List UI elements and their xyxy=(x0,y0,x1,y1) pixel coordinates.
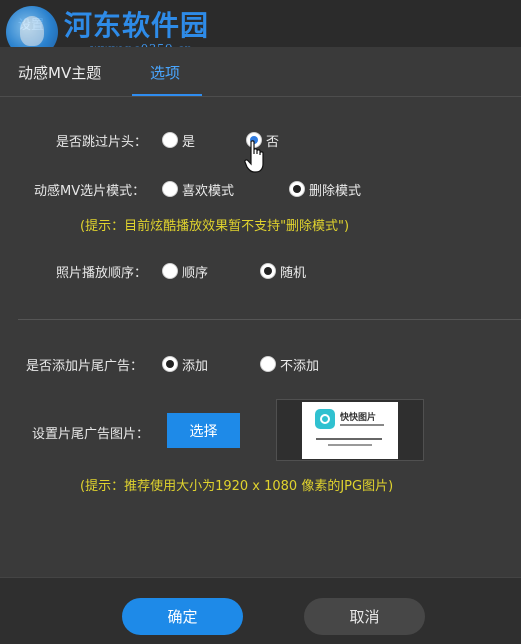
mv-mode-hint: (提示：目前炫酷播放效果暂不支持"删除模式") xyxy=(80,219,350,234)
title-bar: 设置 河东软件园 www.pc0359.cn xyxy=(0,0,521,58)
mv-mode-like-label[interactable]: 喜欢模式 xyxy=(182,180,234,199)
cancel-button[interactable]: 取消 xyxy=(304,598,425,635)
play-order-label: 照片播放顺序： xyxy=(56,266,148,281)
section-divider xyxy=(18,319,521,320)
preview-logo-icon xyxy=(315,409,335,429)
ok-button[interactable]: 确定 xyxy=(122,598,243,635)
active-tab-indicator xyxy=(132,94,202,96)
mv-mode-delete-label[interactable]: 删除模式 xyxy=(309,180,361,199)
add-ending-ad-no-radio[interactable] xyxy=(260,356,276,372)
ad-image-preview: 快快图片 xyxy=(276,399,424,461)
tab-mv-theme[interactable]: 动感MV主题 xyxy=(18,62,101,83)
choose-image-button[interactable]: 选择 xyxy=(167,413,240,448)
dialog-footer: 确定 取消 xyxy=(0,577,521,644)
play-order-random-label[interactable]: 随机 xyxy=(280,262,306,281)
preview-text-line xyxy=(328,444,372,446)
add-ending-ad-no-label[interactable]: 不添加 xyxy=(280,355,319,374)
play-order-random-radio[interactable] xyxy=(260,263,276,279)
watermark-name: 河东软件园 xyxy=(64,9,210,42)
add-ending-ad-label: 是否添加片尾广告： xyxy=(26,359,144,374)
mv-mode-label: 动感MV选片模式： xyxy=(34,184,146,199)
mv-mode-like-radio[interactable] xyxy=(162,181,178,197)
ending-ad-image-label: 设置片尾广告图片： xyxy=(32,427,150,442)
ad-image-thumbnail: 快快图片 xyxy=(302,402,398,459)
add-ending-ad-yes-label[interactable]: 添加 xyxy=(182,355,208,374)
skip-intro-yes-label[interactable]: 是 xyxy=(182,131,195,150)
tab-bar: 动感MV主题 选项 xyxy=(0,47,521,97)
pointer-cursor-icon xyxy=(244,140,264,173)
skip-intro-no-label[interactable]: 否 xyxy=(266,131,279,150)
preview-text-line xyxy=(316,438,382,440)
skip-intro-label: 是否跳过片头： xyxy=(56,135,148,150)
mv-mode-delete-radio[interactable] xyxy=(289,181,305,197)
ending-ad-hint: (提示：推荐使用大小为1920 x 1080 像素的JPG图片) xyxy=(80,479,394,494)
tab-options[interactable]: 选项 xyxy=(150,62,180,83)
preview-text-line xyxy=(340,424,384,426)
play-order-sequential-radio[interactable] xyxy=(162,263,178,279)
preview-title: 快快图片 xyxy=(340,413,377,423)
play-order-sequential-label[interactable]: 顺序 xyxy=(182,262,208,281)
skip-intro-yes-radio[interactable] xyxy=(162,132,178,148)
add-ending-ad-yes-radio[interactable] xyxy=(162,356,178,372)
